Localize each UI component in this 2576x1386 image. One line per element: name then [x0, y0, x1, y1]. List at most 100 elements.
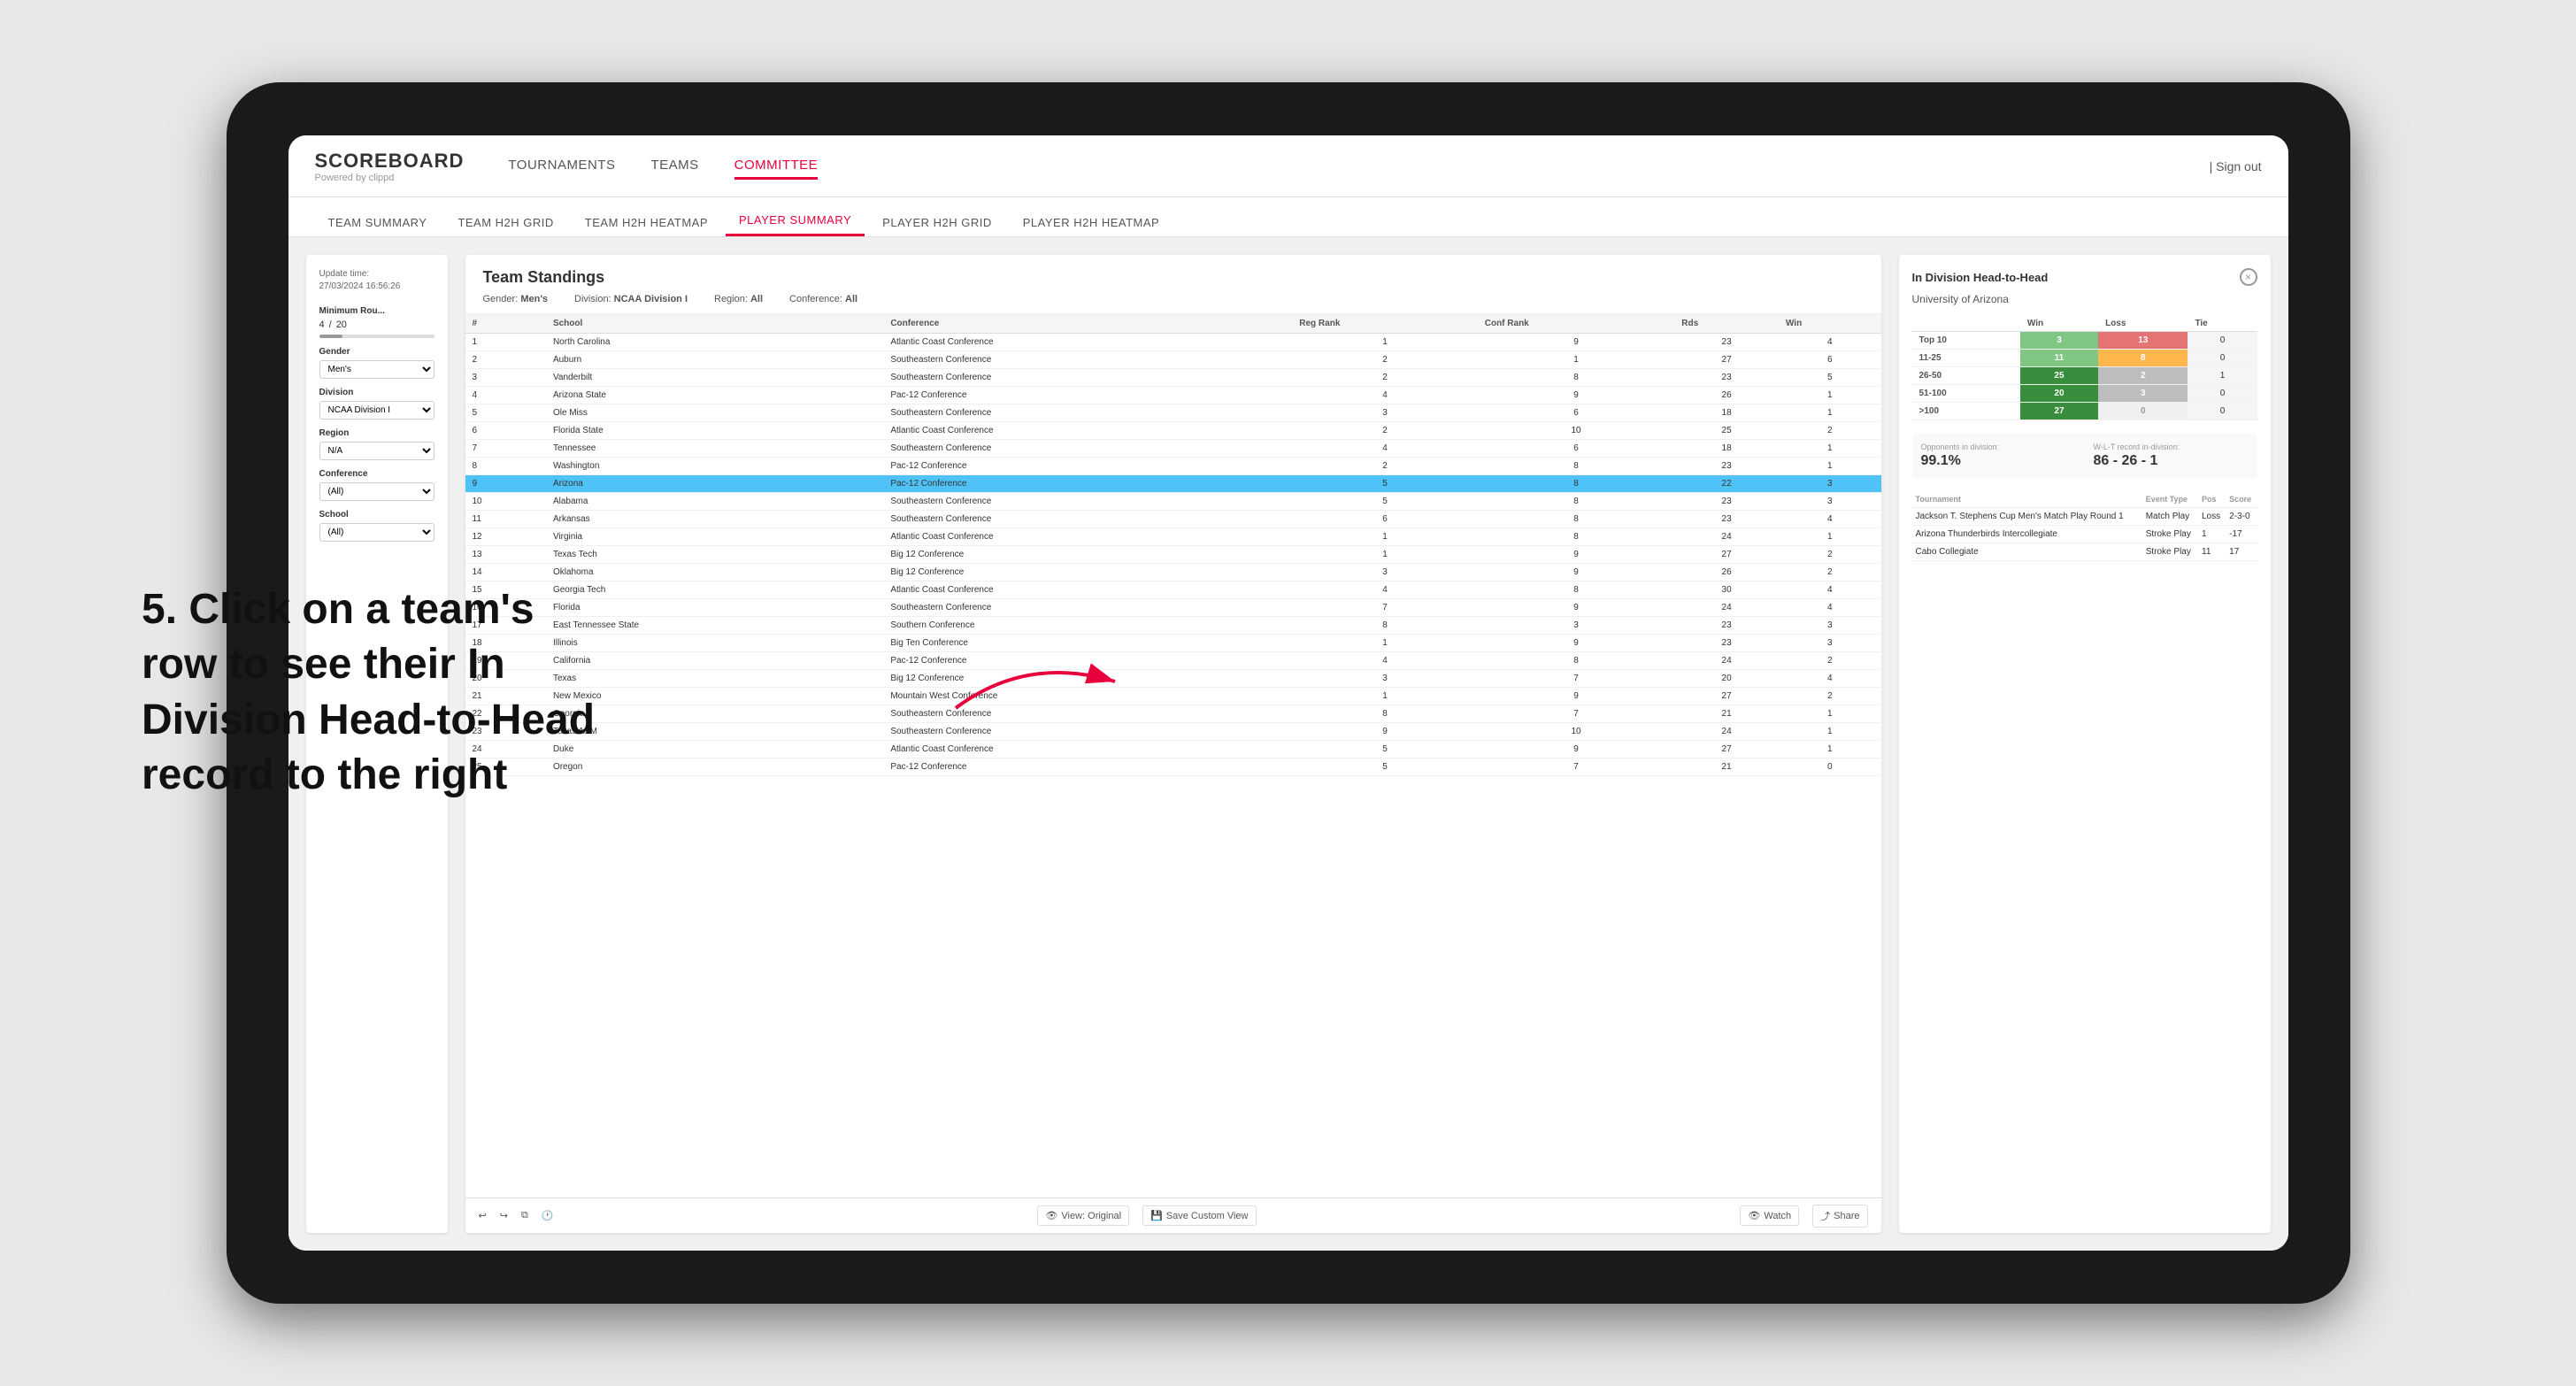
table-row[interactable]: 14 Oklahoma Big 12 Conference 3 9 26 2 [465, 564, 1881, 581]
h2h-close-btn[interactable]: × [2240, 268, 2257, 286]
h2h-loss-cell: 2 [2098, 367, 2188, 385]
table-row[interactable]: 21 New Mexico Mountain West Conference 1… [465, 688, 1881, 705]
cell-rds: 20 [1674, 670, 1779, 688]
cell-reg-rank: 1 [1292, 546, 1477, 564]
col-rds: Rds [1674, 314, 1779, 334]
table-row[interactable]: 18 Illinois Big Ten Conference 1 9 23 3 [465, 635, 1881, 652]
cell-reg-rank: 4 [1292, 581, 1477, 599]
gender-select[interactable]: Men's [319, 360, 434, 379]
cell-conference: Atlantic Coast Conference [883, 741, 1292, 758]
cell-conf-rank: 9 [1478, 564, 1675, 581]
table-row[interactable]: 22 Georgia Southeastern Conference 8 7 2… [465, 705, 1881, 723]
table-row[interactable]: 17 East Tennessee State Southern Confere… [465, 617, 1881, 635]
sub-nav-team-h2h-heatmap[interactable]: TEAM H2H HEATMAP [572, 209, 721, 236]
table-row[interactable]: 1 North Carolina Atlantic Coast Conferen… [465, 334, 1881, 351]
table-row[interactable]: 12 Virginia Atlantic Coast Conference 1 … [465, 528, 1881, 546]
cell-reg-rank: 5 [1292, 741, 1477, 758]
sub-nav-team-summary[interactable]: TEAM SUMMARY [315, 209, 441, 236]
cell-conference: Southeastern Conference [883, 369, 1292, 387]
save-custom-btn[interactable]: 💾 Save Custom View [1142, 1205, 1256, 1226]
cell-reg-rank: 3 [1292, 564, 1477, 581]
cell-rank: 1 [465, 334, 546, 351]
standings-title: Team Standings [483, 268, 1864, 287]
sub-nav-player-summary[interactable]: PLAYER SUMMARY [726, 206, 865, 236]
copy-icon[interactable]: ⧉ [521, 1210, 528, 1221]
cell-conf-rank: 7 [1478, 670, 1675, 688]
cell-school: North Carolina [546, 334, 883, 351]
cell-rds: 23 [1674, 511, 1779, 528]
tournament-row: Arizona Thunderbirds Intercollegiate Str… [1912, 526, 2257, 543]
division-select[interactable]: NCAA Division I [319, 401, 434, 420]
view-original-btn[interactable]: 👁 View: Original [1037, 1205, 1129, 1226]
table-row[interactable]: 13 Texas Tech Big 12 Conference 1 9 27 2 [465, 546, 1881, 564]
cell-rank: 9 [465, 475, 546, 493]
cell-reg-rank: 7 [1292, 599, 1477, 617]
sub-nav-team-h2h-grid[interactable]: TEAM H2H GRID [444, 209, 566, 236]
h2h-loss-cell: 0 [2098, 403, 2188, 420]
t-cell-pos: 11 [2198, 543, 2226, 561]
logo-area: SCOREBOARD Powered by clippd [315, 150, 465, 183]
h2h-tbody: Top 10 3 13 0 11-25 11 8 0 26-50 25 2 1 … [1912, 332, 2257, 420]
h2h-range-cell: >100 [1912, 403, 2020, 420]
h2h-row: 51-100 20 3 0 [1912, 385, 2257, 403]
table-row[interactable]: 8 Washington Pac-12 Conference 2 8 23 1 [465, 458, 1881, 475]
table-row[interactable]: 16 Florida Southeastern Conference 7 9 2… [465, 599, 1881, 617]
cell-conf-rank: 9 [1478, 599, 1675, 617]
sub-nav-player-h2h-heatmap[interactable]: PLAYER H2H HEATMAP [1010, 209, 1173, 236]
table-row[interactable]: 9 Arizona Pac-12 Conference 5 8 22 3 [465, 475, 1881, 493]
nav-teams[interactable]: TEAMS [650, 153, 698, 180]
cell-conference: Pac-12 Conference [883, 758, 1292, 776]
table-row[interactable]: 20 Texas Big 12 Conference 3 7 20 4 [465, 670, 1881, 688]
table-row[interactable]: 4 Arizona State Pac-12 Conference 4 9 26… [465, 387, 1881, 404]
table-row[interactable]: 10 Alabama Southeastern Conference 5 8 2… [465, 493, 1881, 511]
table-row[interactable]: 11 Arkansas Southeastern Conference 6 8 … [465, 511, 1881, 528]
share-btn[interactable]: ⤴ Share [1812, 1205, 1867, 1228]
undo-icon[interactable]: ↩ [479, 1210, 487, 1221]
t-cell-type: Stroke Play [2142, 543, 2198, 561]
cell-conference: Big 12 Conference [883, 546, 1292, 564]
cell-conference: Southeastern Conference [883, 493, 1292, 511]
cell-rds: 18 [1674, 440, 1779, 458]
table-row[interactable]: 15 Georgia Tech Atlantic Coast Conferenc… [465, 581, 1881, 599]
table-row[interactable]: 6 Florida State Atlantic Coast Conferenc… [465, 422, 1881, 440]
region-select[interactable]: N/A [319, 442, 434, 460]
cell-reg-rank: 2 [1292, 369, 1477, 387]
save-icon: 💾 [1150, 1210, 1163, 1221]
nav-tournaments[interactable]: TOURNAMENTS [508, 153, 615, 180]
table-row[interactable]: 7 Tennessee Southeastern Conference 4 6 … [465, 440, 1881, 458]
cell-rds: 30 [1674, 581, 1779, 599]
table-row[interactable]: 3 Vanderbilt Southeastern Conference 2 8… [465, 369, 1881, 387]
nav-committee[interactable]: COMMITTEE [734, 153, 819, 180]
h2h-header: In Division Head-to-Head × [1912, 268, 2257, 286]
redo-icon[interactable]: ↪ [500, 1210, 508, 1221]
cell-win: 6 [1779, 351, 1881, 369]
table-row[interactable]: 25 Oregon Pac-12 Conference 5 7 21 0 [465, 758, 1881, 776]
cell-win: 1 [1779, 387, 1881, 404]
table-row[interactable]: 5 Ole Miss Southeastern Conference 3 6 1… [465, 404, 1881, 422]
cell-conf-rank: 9 [1478, 334, 1675, 351]
school-select[interactable]: (All) [319, 523, 434, 542]
cell-school: Alabama [546, 493, 883, 511]
bottom-toolbar: ↩ ↪ ⧉ 🕐 👁 View: Original 💾 Save [465, 1197, 1881, 1233]
watch-btn[interactable]: 👁 Watch [1740, 1205, 1799, 1226]
opponents-label: Opponents in division: [1921, 443, 2076, 451]
table-row[interactable]: 24 Duke Atlantic Coast Conference 5 9 27… [465, 741, 1881, 758]
h2h-col-range [1912, 316, 2020, 332]
table-row[interactable]: 19 California Pac-12 Conference 4 8 24 2 [465, 652, 1881, 670]
cell-school: Arizona State [546, 387, 883, 404]
tournament-table: Tournament Event Type Pos Score Jackson … [1912, 491, 2257, 561]
table-row[interactable]: 23 Texas A&M Southeastern Conference 9 1… [465, 723, 1881, 741]
cell-conference: Southeastern Conference [883, 440, 1292, 458]
cell-conf-rank: 8 [1478, 475, 1675, 493]
conference-select[interactable]: (All) [319, 482, 434, 501]
cell-win: 3 [1779, 493, 1881, 511]
min-rounds-slider[interactable] [319, 335, 434, 338]
cell-conf-rank: 7 [1478, 758, 1675, 776]
cell-reg-rank: 1 [1292, 334, 1477, 351]
sub-nav-player-h2h-grid[interactable]: PLAYER H2H GRID [869, 209, 1005, 236]
table-row[interactable]: 2 Auburn Southeastern Conference 2 1 27 … [465, 351, 1881, 369]
cell-conf-rank: 10 [1478, 723, 1675, 741]
sign-out-link[interactable]: | Sign out [2210, 159, 2262, 173]
eye-icon: 👁 [1045, 1210, 1057, 1221]
clock-icon[interactable]: 🕐 [542, 1210, 554, 1221]
